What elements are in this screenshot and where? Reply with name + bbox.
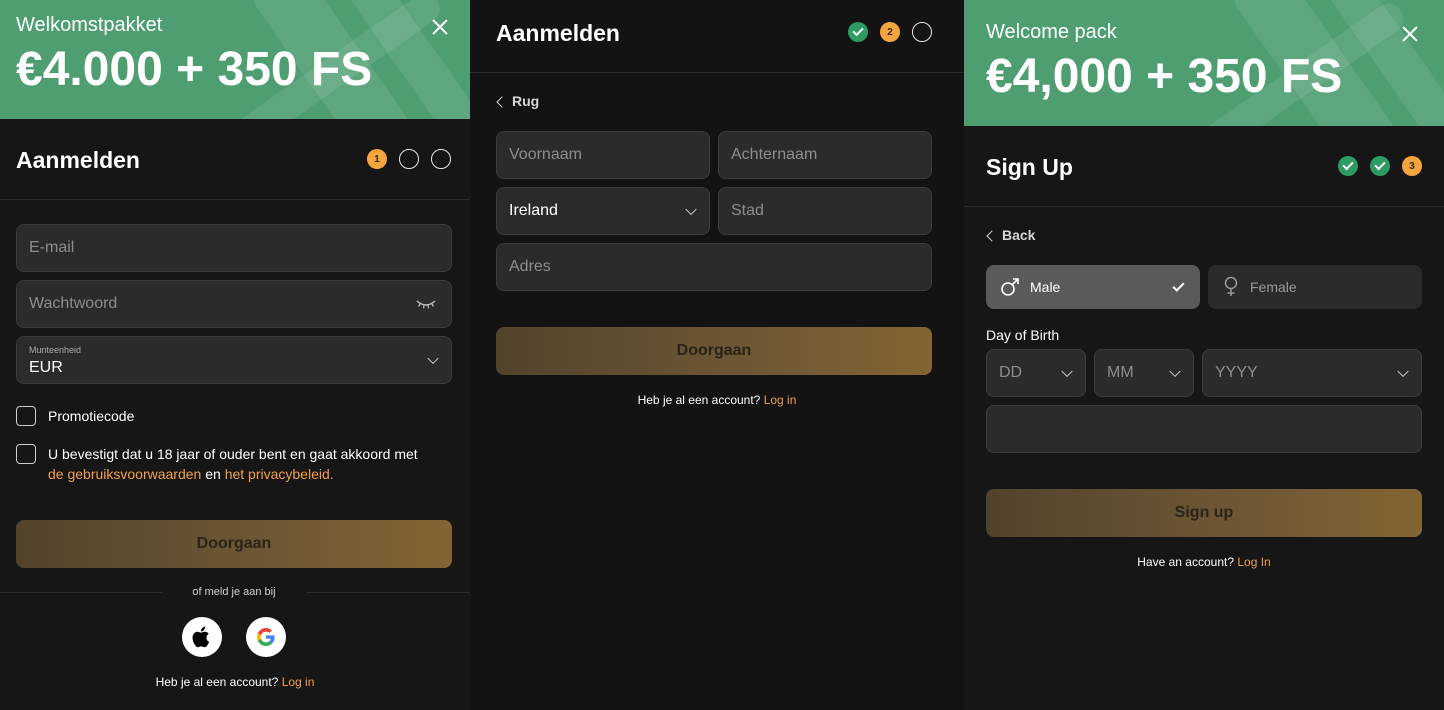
step-3 [912, 22, 932, 42]
year-select[interactable]: YYYY [1202, 349, 1422, 397]
step-3 [431, 149, 451, 169]
apple-login-button[interactable] [182, 617, 222, 657]
login-prompt: Have an account? Log In [964, 555, 1444, 569]
terms-label: U bevestigt dat u 18 jaar of ouder bent … [48, 444, 458, 484]
close-icon[interactable] [1401, 25, 1419, 43]
chevron-left-icon [986, 229, 998, 242]
last-name-field[interactable]: Achternaam [718, 131, 932, 179]
divider-right [306, 592, 470, 593]
banner-title: Welkomstpakket [16, 14, 163, 36]
login-link[interactable]: Log In [1237, 555, 1270, 569]
banner-amount: €4,000 + 350 FS [986, 50, 1343, 103]
step-1: 1 [367, 149, 387, 169]
step-1-done [1338, 156, 1358, 176]
step-3: 3 [1402, 156, 1422, 176]
step-indicator: 3 [1338, 156, 1422, 176]
day-placeholder: DD [999, 364, 1023, 381]
continue-button[interactable]: Doorgaan [16, 520, 452, 568]
divider [0, 199, 470, 200]
welcome-banner: Welcome pack €4,000 + 350 FS [964, 0, 1444, 126]
male-label: Male [1030, 279, 1061, 295]
male-icon [1001, 278, 1019, 296]
currency-select[interactable]: Munteenheid EUR [16, 336, 452, 384]
currency-value: EUR [29, 359, 63, 376]
divider-left [0, 592, 162, 593]
password-field[interactable]: Wachtwoord [16, 280, 452, 328]
account-text: Heb je al een account? [637, 393, 761, 407]
chevron-down-icon [1169, 365, 1181, 378]
chevron-down-icon [1397, 365, 1409, 378]
chevron-left-icon [496, 95, 508, 108]
terms-text: U bevestigt dat u 18 jaar of ouder bent … [48, 446, 418, 462]
dob-label: Day of Birth [986, 327, 1060, 343]
terms-link[interactable]: de gebruiksvoorwaarden [48, 466, 201, 482]
apple-icon [192, 626, 210, 648]
phone-field[interactable] [986, 405, 1422, 453]
back-button[interactable]: Rug [496, 93, 540, 109]
step-2-done [1370, 156, 1390, 176]
step-2: 2 [880, 22, 900, 42]
page-title: Sign Up [986, 154, 1073, 180]
month-select[interactable]: MM [1094, 349, 1194, 397]
account-text: Heb je al een account? [155, 675, 279, 689]
female-label: Female [1250, 279, 1297, 295]
password-placeholder: Wachtwoord [29, 295, 118, 312]
continue-button[interactable]: Doorgaan [496, 327, 932, 375]
chevron-down-icon [1061, 365, 1073, 378]
page-title: Aanmelden [16, 147, 140, 173]
signup-panel-step-3: Welcome pack €4,000 + 350 FS Sign Up 3 B… [964, 0, 1444, 710]
back-label: Back [1002, 227, 1036, 243]
back-label: Rug [512, 93, 540, 109]
promo-label: Promotiecode [48, 408, 135, 424]
login-prompt: Heb je al een account? Log in [0, 675, 470, 689]
month-placeholder: MM [1107, 364, 1134, 381]
female-icon [1224, 276, 1238, 296]
chevron-down-icon [685, 203, 697, 216]
city-field[interactable]: Stad [718, 187, 932, 235]
day-select[interactable]: DD [986, 349, 1086, 397]
gender-female-option[interactable]: Female [1208, 265, 1422, 309]
welcome-banner: Welkomstpakket €4.000 + 350 FS [0, 0, 470, 119]
country-value: Ireland [509, 202, 558, 219]
google-icon [257, 628, 275, 646]
year-placeholder: YYYY [1215, 364, 1258, 381]
step-indicator: 2 [848, 22, 932, 42]
currency-label: Munteenheid [29, 345, 82, 355]
email-field[interactable]: E-mail [16, 224, 452, 272]
promo-checkbox[interactable] [16, 406, 36, 426]
back-button[interactable]: Back [986, 227, 1036, 243]
step-2 [399, 149, 419, 169]
signup-button[interactable]: Sign up [986, 489, 1422, 537]
step-1-done [848, 22, 868, 42]
eye-closed-icon[interactable] [415, 297, 437, 311]
terms-checkbox[interactable] [16, 444, 36, 464]
first-name-field[interactable]: Voornaam [496, 131, 710, 179]
login-link[interactable]: Log in [282, 675, 315, 689]
page-title: Aanmelden [496, 20, 620, 46]
google-login-button[interactable] [246, 617, 286, 657]
signup-panel-step-1: Welkomstpakket €4.000 + 350 FS Aanmelden… [0, 0, 470, 710]
login-prompt: Heb je al een account? Log in [470, 393, 964, 407]
step-indicator: 1 [367, 149, 451, 169]
divider [964, 206, 1444, 207]
chevron-down-icon [427, 352, 439, 365]
address-field[interactable]: Adres [496, 243, 932, 291]
or-text: of meld je aan bij [192, 586, 276, 598]
close-icon[interactable] [431, 18, 449, 36]
privacy-link[interactable]: het privacybeleid. [225, 466, 334, 482]
login-link[interactable]: Log in [764, 393, 797, 407]
account-text: Have an account? [1137, 555, 1234, 569]
check-icon [1172, 279, 1185, 292]
signup-panel-step-2: Aanmelden 2 Rug Voornaam Achternaam Irel… [470, 0, 964, 710]
banner-amount: €4.000 + 350 FS [16, 43, 373, 96]
gender-male-option[interactable]: Male [986, 265, 1200, 309]
country-select[interactable]: Ireland [496, 187, 710, 235]
banner-title: Welcome pack [986, 21, 1117, 43]
terms-and: en [205, 466, 221, 482]
divider [470, 72, 964, 73]
